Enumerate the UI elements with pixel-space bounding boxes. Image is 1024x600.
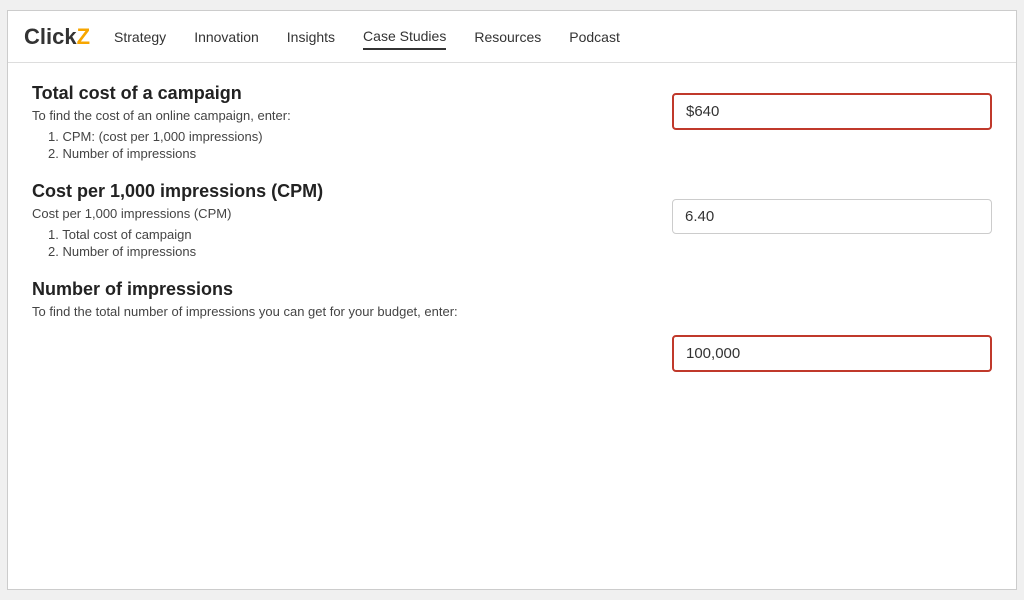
nav-case-studies[interactable]: Case Studies [363,24,446,50]
impressions-input[interactable] [672,335,992,372]
section-cpm-title: Cost per 1,000 impressions (CPM) [32,181,652,202]
section-cpm-desc: Cost per 1,000 impressions (CPM) [32,206,652,221]
section-total-cost-list: 1. CPM: (cost per 1,000 impressions) 2. … [32,129,652,161]
nav-insights[interactable]: Insights [287,25,335,49]
logo-z-text: Z [77,24,90,50]
list-item: 1. CPM: (cost per 1,000 impressions) [48,129,652,144]
section-total-cost: Total cost of a campaign To find the cos… [32,83,652,161]
section-impressions-desc: To find the total number of impressions … [32,304,652,319]
cpm-input[interactable] [672,199,992,234]
right-panel [672,83,992,415]
left-panel: Total cost of a campaign To find the cos… [32,83,672,415]
section-impressions-title: Number of impressions [32,279,652,300]
nav-resources[interactable]: Resources [474,25,541,49]
list-item: 2. Number of impressions [48,244,652,259]
nav-innovation[interactable]: Innovation [194,25,259,49]
total-cost-input[interactable] [672,93,992,130]
page-wrapper: ClickZ Strategy Innovation Insights Case… [7,10,1017,590]
section-cpm-list: 1. Total cost of campaign 2. Number of i… [32,227,652,259]
main-content: Total cost of a campaign To find the cos… [8,63,1016,435]
section-impressions: Number of impressions To find the total … [32,279,652,319]
input-slot-1 [672,93,992,183]
nav-strategy[interactable]: Strategy [114,25,166,49]
section-total-cost-desc: To find the cost of an online campaign, … [32,108,652,123]
nav-podcast[interactable]: Podcast [569,25,620,49]
nav-links: Strategy Innovation Insights Case Studie… [114,24,1000,50]
list-item: 2. Number of impressions [48,146,652,161]
logo: ClickZ [24,24,90,50]
input-slot-3 [672,335,992,415]
list-item: 1. Total cost of campaign [48,227,652,242]
section-total-cost-title: Total cost of a campaign [32,83,652,104]
logo-click-text: Click [24,24,77,50]
input-slot-2 [672,199,992,319]
section-cpm: Cost per 1,000 impressions (CPM) Cost pe… [32,181,652,259]
navbar: ClickZ Strategy Innovation Insights Case… [8,11,1016,63]
